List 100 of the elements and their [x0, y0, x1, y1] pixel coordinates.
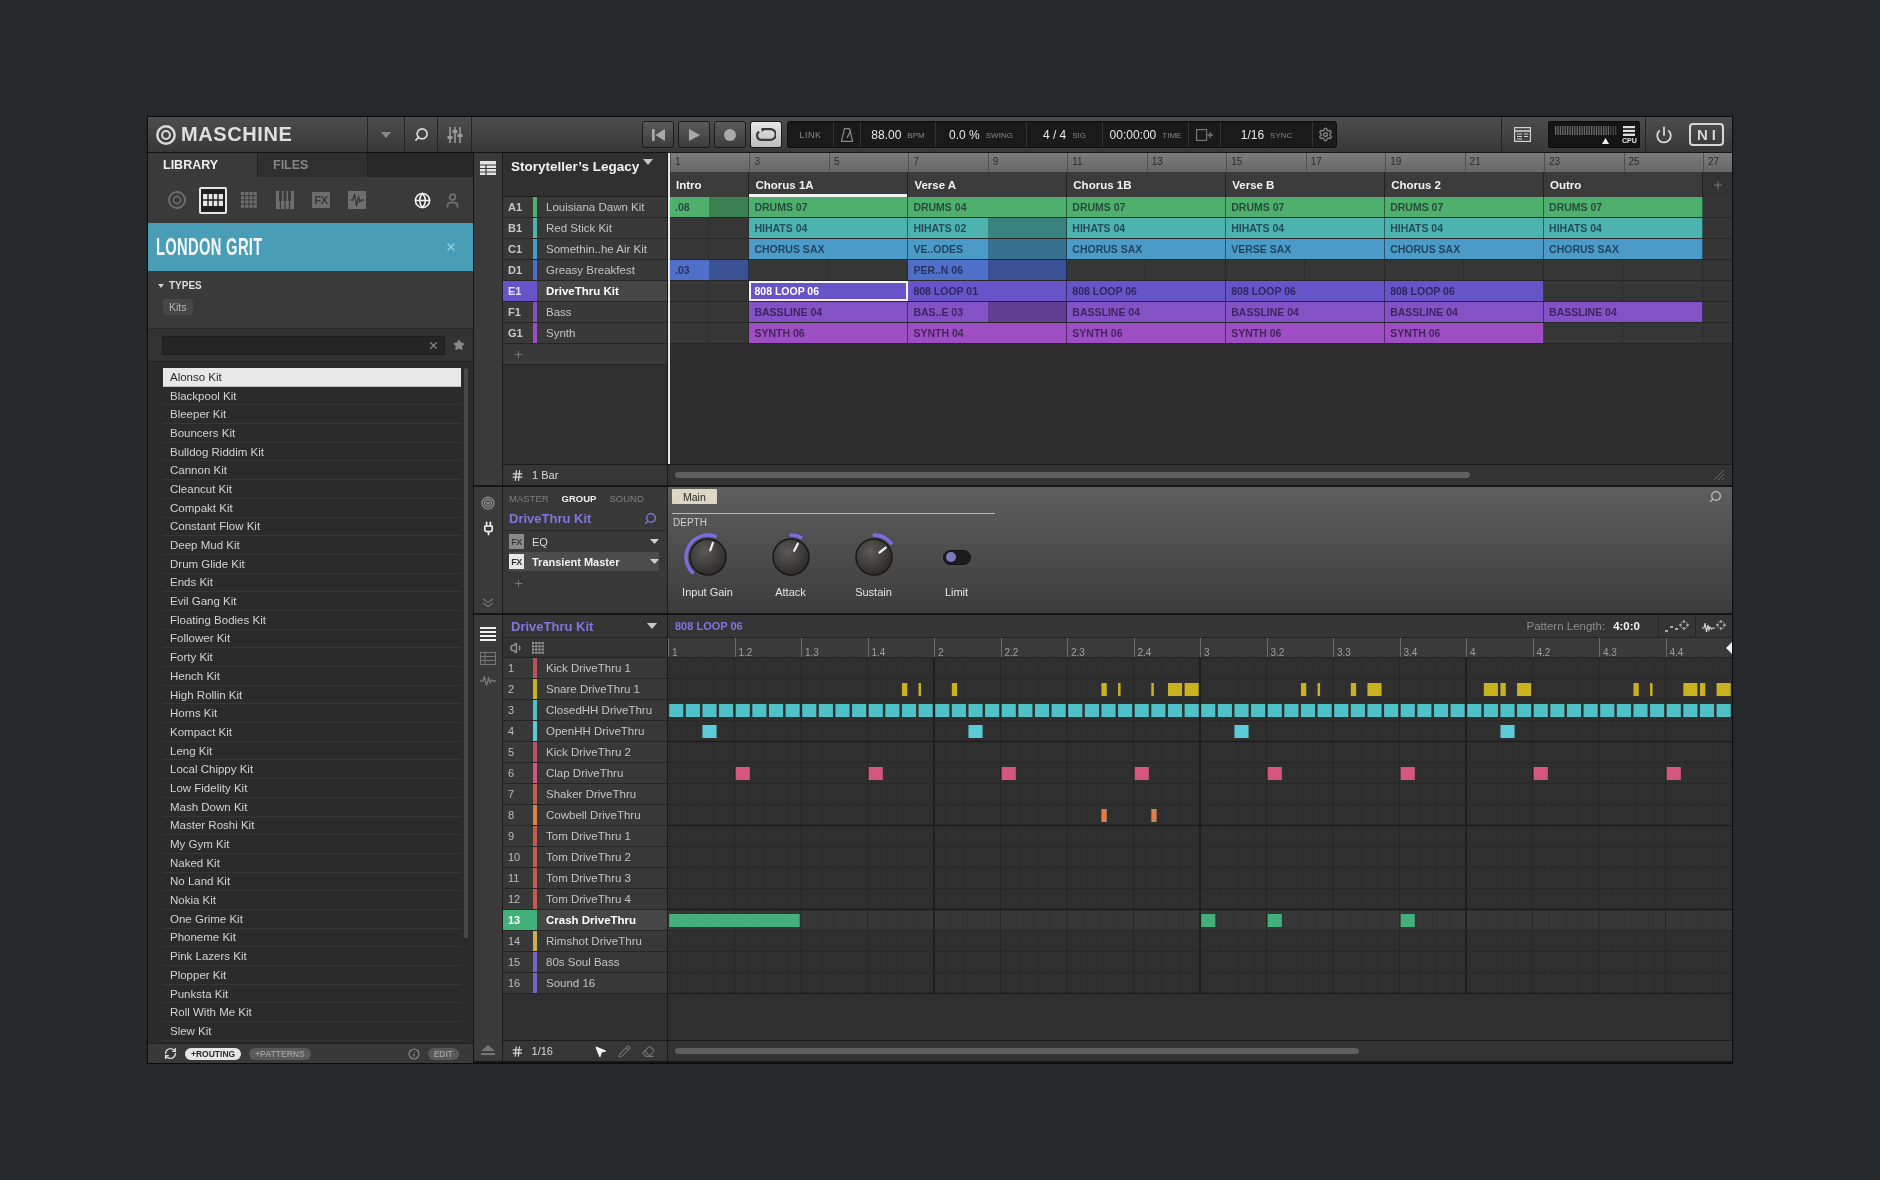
- add-scene-button[interactable]: [1703, 172, 1732, 197]
- note-block[interactable]: [1699, 704, 1715, 717]
- grid-icon[interactable]: [511, 1044, 524, 1058]
- time-readout[interactable]: 00:00:00: [1109, 127, 1157, 142]
- search-icon[interactable]: [644, 512, 657, 525]
- scene-tab[interactable]: Verse B: [1226, 172, 1386, 197]
- note-block[interactable]: [1400, 767, 1415, 780]
- target-icon[interactable]: [481, 496, 495, 510]
- search-icon[interactable]: [1709, 490, 1722, 503]
- square-plus-icon[interactable]: [1196, 128, 1213, 141]
- clip[interactable]: DRUMS 04: [908, 197, 1068, 217]
- sound-row[interactable]: 2 Snare DriveThru 1: [503, 679, 667, 700]
- note-block[interactable]: [1683, 683, 1698, 696]
- clip[interactable]: DRUMS 07: [1544, 197, 1703, 217]
- sound-row[interactable]: 10 Tom DriveThru 2: [503, 847, 667, 868]
- result-item[interactable]: No Land Kit: [163, 872, 461, 892]
- result-item[interactable]: Nokia Kit: [163, 891, 461, 910]
- result-item[interactable]: My Gym Kit: [163, 835, 461, 854]
- result-item[interactable]: Bouncers Kit: [163, 424, 461, 443]
- note-block[interactable]: [1483, 704, 1498, 717]
- filter-chip[interactable]: Kits: [163, 299, 193, 315]
- result-item[interactable]: Naked Kit: [163, 853, 461, 873]
- note-block[interactable]: [1716, 683, 1731, 696]
- sound-row[interactable]: 13 Crash DriveThru: [503, 910, 667, 931]
- note-block[interactable]: [1550, 704, 1565, 717]
- result-item[interactable]: Roll With Me Kit: [163, 1003, 461, 1023]
- sound-row[interactable]: 14 Rimshot DriveThru: [503, 931, 667, 952]
- note-block[interactable]: [1267, 704, 1282, 717]
- caret-icon[interactable]: [158, 282, 164, 289]
- sound-row[interactable]: 9 Tom DriveThru 1: [503, 826, 667, 847]
- scene-tab[interactable]: Intro: [670, 172, 750, 197]
- result-item[interactable]: Ends Kit: [163, 573, 461, 593]
- sound-row[interactable]: 3 ClosedHH DriveThru: [503, 700, 667, 721]
- scene-tab[interactable]: Chorus 1B: [1067, 172, 1227, 197]
- signature-readout[interactable]: 4 / 4: [1042, 127, 1067, 142]
- note-block[interactable]: [1517, 704, 1532, 717]
- clip[interactable]: HIHATS 04: [1385, 218, 1545, 238]
- group-row[interactable]: D1 Greasy Breakfest: [503, 260, 667, 281]
- sound-row[interactable]: 8 Cowbell DriveThru: [503, 805, 667, 826]
- dot-grid-icon[interactable]: [532, 641, 544, 654]
- note-block[interactable]: [1666, 767, 1681, 780]
- result-item[interactable]: Deep Mud Kit: [163, 536, 461, 555]
- clip[interactable]: HIHATS 04: [1067, 218, 1227, 238]
- note-block[interactable]: [1533, 704, 1548, 717]
- note-block[interactable]: [785, 704, 800, 717]
- group-row[interactable]: G1 Synth: [503, 323, 667, 344]
- info-icon[interactable]: [407, 1047, 420, 1060]
- note-block[interactable]: [1483, 683, 1498, 696]
- note-block[interactable]: [951, 704, 966, 717]
- note-block[interactable]: [1317, 704, 1332, 717]
- result-item[interactable]: Constant Flow Kit: [163, 517, 461, 537]
- sync-readout[interactable]: 1/16: [1240, 127, 1265, 142]
- length-value[interactable]: 4:0:0: [1613, 620, 1640, 632]
- link-button[interactable]: LINK: [799, 129, 822, 140]
- note-block[interactable]: [1217, 704, 1232, 717]
- clip[interactable]: DRUMS 07: [749, 197, 909, 217]
- group-row[interactable]: E1 DriveThru Kit: [503, 281, 667, 302]
- note-block[interactable]: [1716, 704, 1731, 717]
- fx-slot[interactable]: FX Transient Master: [509, 552, 659, 571]
- result-item[interactable]: Mash Down Kit: [163, 797, 461, 817]
- result-item[interactable]: Evil Gang Kit: [163, 592, 461, 611]
- note-block[interactable]: [985, 704, 1000, 717]
- play-button[interactable]: [678, 121, 710, 148]
- result-item[interactable]: Horns Kit: [163, 704, 461, 724]
- star-icon[interactable]: [453, 339, 465, 351]
- note-block[interactable]: [1699, 683, 1706, 696]
- result-item[interactable]: Compakt Kit: [163, 498, 461, 518]
- triangle-handle-icon[interactable]: [1726, 642, 1732, 654]
- group-row[interactable]: B1 Red Stick Kit: [503, 218, 667, 239]
- note-block[interactable]: [1001, 767, 1016, 780]
- result-item[interactable]: Bulldog Riddim Kit: [163, 442, 461, 462]
- result-item[interactable]: Drum Glide Kit: [163, 554, 461, 574]
- add-icon[interactable]: [513, 348, 524, 360]
- note-block[interactable]: [1650, 704, 1665, 717]
- result-item[interactable]: Alonso Kit: [163, 368, 461, 387]
- note-block[interactable]: [1350, 683, 1357, 696]
- note-block[interactable]: [1666, 704, 1681, 717]
- group-row[interactable]: A1 Louisiana Dawn Kit: [503, 197, 667, 218]
- result-item[interactable]: One Grime Kit: [163, 909, 461, 929]
- sound-row[interactable]: 1 Kick DriveThru 1: [503, 658, 667, 679]
- note-block[interactable]: [1267, 767, 1282, 780]
- piano-roll-icon[interactable]: [480, 652, 496, 665]
- loop-button[interactable]: [750, 121, 782, 148]
- note-block[interactable]: [868, 767, 883, 780]
- result-item[interactable]: Floating Bodies Kit: [163, 610, 461, 630]
- note-block[interactable]: [1317, 683, 1321, 696]
- note-block[interactable]: [735, 767, 750, 780]
- note-block[interactable]: [1184, 683, 1199, 696]
- clip[interactable]: 808 LOOP 06: [749, 281, 909, 301]
- note-block[interactable]: [951, 683, 958, 696]
- browser-tab[interactable]: LIBRARY: [148, 153, 258, 177]
- sound-row[interactable]: 12 Tom DriveThru 4: [503, 889, 667, 910]
- note-block[interactable]: [1583, 704, 1598, 717]
- result-item[interactable]: Leng Kit: [163, 741, 461, 761]
- note-block[interactable]: [1134, 767, 1149, 780]
- result-item[interactable]: Cannon Kit: [163, 461, 461, 481]
- clip[interactable]: HIHATS 04: [749, 218, 909, 238]
- scrollbar[interactable]: [675, 472, 1470, 478]
- clip[interactable]: .08: [670, 197, 750, 217]
- scrollbar[interactable]: [675, 1048, 1359, 1054]
